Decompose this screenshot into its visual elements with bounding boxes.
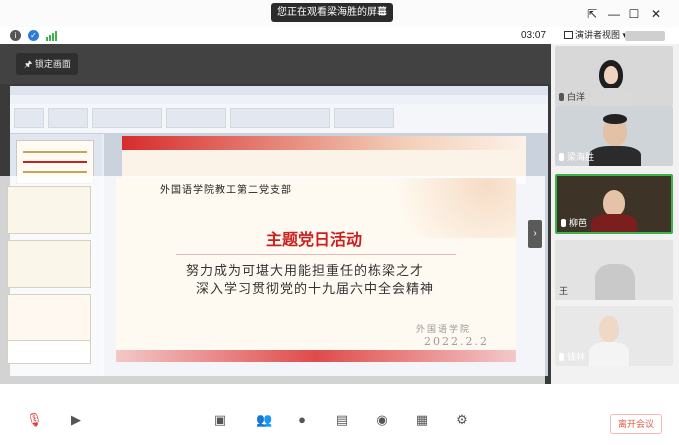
maximize-button[interactable]: ☐ [626,6,642,22]
shared-screen-top [0,44,551,84]
ribbon-group [334,108,394,128]
grid-icon [564,31,573,39]
close-button[interactable]: ✕ [648,6,664,22]
mic-icon [559,353,564,361]
chat-icon[interactable]: ▤ [334,412,350,428]
slide-thumbnail[interactable] [7,186,91,234]
meeting-timer: 03:07 [521,30,547,41]
lock-view-label: 锁定画面 [34,59,71,69]
participant-name: 柳芭 [569,218,588,228]
shield-icon[interactable]: ✓ [28,30,39,41]
mic-icon [559,153,564,161]
leave-meeting-button[interactable]: 离开会议 [610,414,662,434]
powerpoint-menu [10,95,548,104]
participants-icon[interactable]: ● [294,412,310,428]
invite-icon[interactable]: 👥 [256,412,272,428]
participant-tile[interactable]: 钱林 [555,306,673,366]
overlay-thumbnails [5,184,91,380]
menu-icon[interactable]: ☰ [378,3,387,22]
lock-view-button[interactable]: 🖈 锁定画面 [16,53,78,75]
slide-line-1: 努力成为可堪大用能担重任的栋梁之才 [186,264,425,279]
record-icon[interactable]: ◉ [374,412,390,428]
share-screen-icon[interactable]: ▣ [212,412,228,428]
mic-icon [561,219,566,227]
slide-signature: 外国语学院 [416,325,472,335]
divider [176,254,456,255]
participant-tile[interactable]: 白洋 [555,46,673,106]
participant-tile[interactable]: 王 [555,240,673,300]
slide-line-2: 深入学习贯彻党的十九届六中全会精神 [196,282,435,297]
ribbon-group [166,108,226,128]
camera-icon[interactable]: ▶ [68,412,84,428]
participant-name: 梁海胜 [567,152,595,162]
collapse-panel-button[interactable]: › [528,220,542,248]
ribbon-group [14,108,44,128]
participant-tile[interactable]: 梁海胜 [555,106,673,166]
settings-icon[interactable]: ⚙ [454,412,470,428]
mic-muted-icon[interactable]: 🎙 [26,412,43,428]
pin-lock-icon: 🖈 [24,59,35,69]
minimize-button[interactable]: — [606,6,622,22]
powerpoint-title-bar [10,86,548,95]
slide-title: 主题党日活动 [266,232,363,249]
participant-name: 王 [559,286,569,296]
slide-thumbnail[interactable] [7,294,91,342]
mic-icon [559,93,564,101]
slide-header: 外国语学院教工第二党支部 [160,185,292,196]
apps-icon[interactable]: ▦ [414,412,430,428]
info-icon[interactable]: i [10,30,21,41]
participant-list: 白洋 梁海胜 柳芭 王 钱林 [551,44,679,384]
slide-thumbnail[interactable] [7,240,91,288]
signal-icon[interactable] [46,31,58,41]
participant-name: 白洋 [567,92,586,102]
slide-ribbon [116,350,516,362]
view-option-bar[interactable] [625,31,665,41]
powerpoint-ribbon [10,104,548,134]
meeting-window: 您正在观看梁海胜的屏幕 ☰ ⇱ — ☐ ✕ i ✓ 03:07 演讲者视图 ▾ … [0,0,679,445]
presenter-view-label: 演讲者视图 [575,30,621,40]
pin-icon[interactable]: ⇱ [584,6,600,22]
screen-share-banner[interactable]: 您正在观看梁海胜的屏幕 ☰ [271,3,393,22]
slide-date: 2022.2.2 [424,335,489,348]
participant-name: 钱林 [567,352,586,362]
participant-tile-active[interactable]: 柳芭 [555,174,673,234]
ribbon-group [48,108,88,128]
banner-text: 您正在观看梁海胜的屏幕 [277,7,387,18]
presenter-view-button[interactable]: 演讲者视图 ▾ [564,28,627,42]
ribbon-group [92,108,162,128]
slide-thumbnail[interactable] [7,340,91,364]
ribbon-group [230,108,330,128]
